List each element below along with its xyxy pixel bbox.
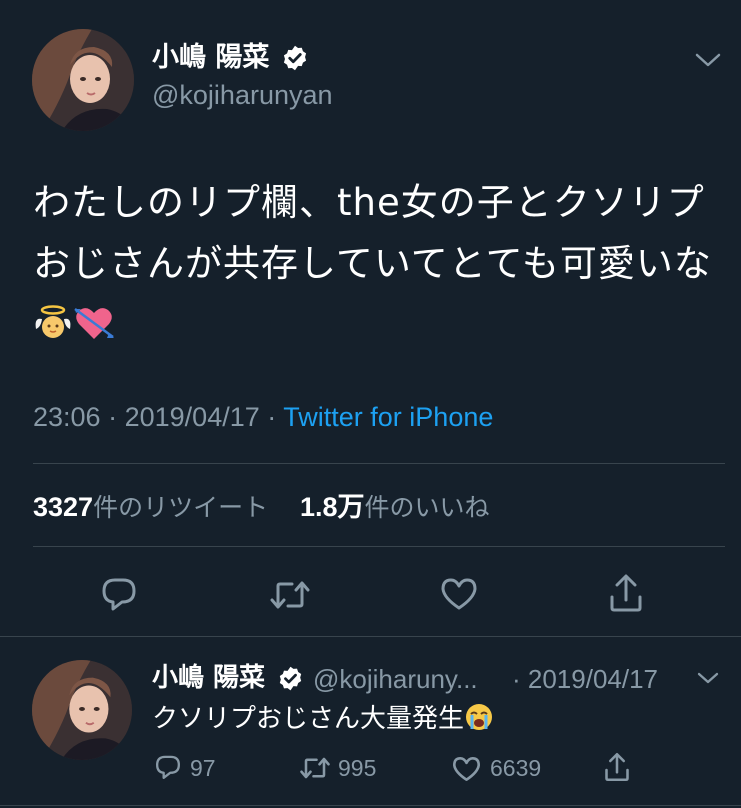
- chevron-down-icon[interactable]: [695, 52, 721, 68]
- reply-author-avatar[interactable]: [32, 660, 132, 760]
- reply-date[interactable]: · 2019/04/17: [512, 666, 658, 692]
- verified-badge-icon: [277, 665, 304, 692]
- tweet-time: 23:06: [33, 402, 101, 432]
- chevron-down-icon[interactable]: [697, 671, 719, 685]
- author-avatar[interactable]: [32, 29, 134, 131]
- reply-retweet-count: 995: [338, 755, 377, 781]
- baby-angel-emoji-icon: [33, 300, 73, 361]
- reply-text: クソリプおじさん大量発生: [152, 702, 494, 741]
- share-icon[interactable]: [609, 573, 643, 613]
- heart-icon[interactable]: [452, 756, 481, 782]
- retweets-stat[interactable]: 3327件のリツイート: [33, 493, 268, 522]
- author-name[interactable]: 小嶋 陽菜: [152, 44, 269, 71]
- loudly-crying-face-emoji-icon: [464, 702, 494, 741]
- tweet-date: 2019/04/17: [124, 402, 260, 432]
- meta-separator: ·: [108, 402, 118, 432]
- divider: [33, 546, 725, 547]
- reply-icon[interactable]: [155, 754, 181, 780]
- like-label: 件のいいね: [364, 493, 490, 522]
- verified-badge-icon: [281, 44, 309, 72]
- reply-text-content: クソリプおじさん大量発生: [152, 704, 465, 734]
- reply-author-name[interactable]: 小嶋 陽菜: [152, 665, 265, 691]
- divider: [0, 636, 741, 637]
- author-handle[interactable]: @kojiharunyan: [152, 82, 333, 109]
- retweet-label: 件のリツイート: [93, 493, 269, 522]
- reply-count: 97: [190, 755, 216, 781]
- reply-like-count: 6639: [490, 755, 542, 781]
- like-count: 1.8万: [300, 492, 365, 522]
- tweet-meta: 23:06 · 2019/04/17 · Twitter for iPhone: [33, 404, 493, 431]
- heart-icon[interactable]: [440, 577, 478, 611]
- likes-stat[interactable]: 1.8万件のいいね: [300, 493, 490, 522]
- meta-separator-2: ·: [267, 402, 277, 432]
- share-icon[interactable]: [604, 752, 630, 782]
- retweet-icon[interactable]: [300, 755, 330, 781]
- tweet-source-link[interactable]: Twitter for iPhone: [283, 402, 493, 432]
- retweet-count: 3327: [33, 492, 94, 522]
- tweet-text-content: わたしのリプ欄、the女の子とクソリプおじさんが共存していてとても可愛いな: [33, 181, 712, 285]
- divider: [0, 805, 741, 806]
- retweet-icon[interactable]: [270, 578, 310, 612]
- reply-icon[interactable]: [101, 576, 137, 612]
- heart-with-arrow-emoji-icon: [73, 300, 115, 361]
- divider: [33, 463, 725, 464]
- tweet-stats: 3327件のリツイート 1.8万件のいいね: [33, 494, 490, 521]
- tweet-text: わたしのリプ欄、the女の子とクソリプおじさんが共存していてとても可愛いな: [33, 172, 723, 361]
- reply-author-handle[interactable]: @kojiharuny...: [313, 666, 478, 692]
